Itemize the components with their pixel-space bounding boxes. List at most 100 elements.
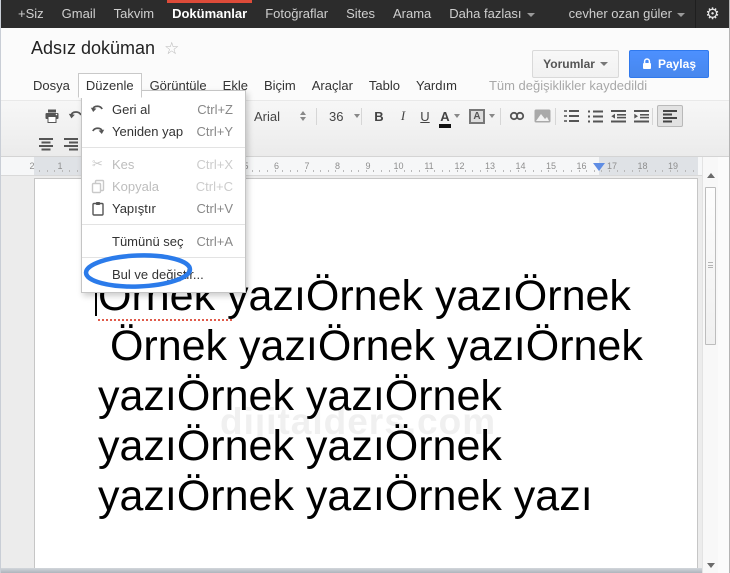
- ruler-number: 2: [29, 161, 35, 171]
- ruler-tick: [419, 170, 420, 172]
- ruler-margin-marker[interactable]: [593, 163, 605, 171]
- scrollbar-thumb[interactable]: [705, 187, 716, 345]
- undo-icon: [90, 102, 105, 117]
- insert-image-button[interactable]: [531, 105, 553, 127]
- align-center-button[interactable]: [35, 133, 57, 155]
- scrollbar-grip-icon: [708, 262, 713, 268]
- ruler-tick: [327, 170, 329, 172]
- topbar-item-gmail[interactable]: Gmail: [53, 0, 105, 28]
- ruler-number: 10: [393, 161, 404, 171]
- star-icon[interactable]: ☆: [164, 39, 179, 59]
- underline-button[interactable]: U: [414, 105, 436, 127]
- ruler-tick: [365, 170, 367, 172]
- text-line[interactable]: yazıÖrnek yazıÖrnek yazı: [98, 471, 643, 521]
- menu-separator: [82, 257, 245, 258]
- menu-item-bul-ve-degistir[interactable]: Bul ve değiştir...: [82, 263, 245, 285]
- ruler-tick: [647, 170, 648, 172]
- gear-icon[interactable]: ⚙: [695, 0, 729, 28]
- menu-item-yapistir[interactable]: Yapıştır Ctrl+V: [82, 197, 245, 219]
- ruler-tick: [335, 170, 337, 172]
- chevron-down-icon: [453, 114, 460, 118]
- align-left-button[interactable]: [657, 105, 683, 127]
- increase-indent-button[interactable]: [630, 105, 652, 127]
- scroll-down-arrow-icon[interactable]: [707, 563, 715, 568]
- decrease-indent-icon: [610, 110, 626, 123]
- align-center-icon: [39, 138, 53, 151]
- menu-item-shortcut: Ctrl+X: [196, 156, 233, 172]
- ruler-tick: [593, 170, 595, 172]
- menu-araclar[interactable]: Araçlar: [304, 73, 361, 98]
- ruler-tick: [267, 170, 268, 172]
- topbar-item-takvim[interactable]: Takvim: [105, 0, 163, 28]
- italic-icon: I: [400, 108, 406, 123]
- topbar-item-fotograflar[interactable]: Fotoğraflar: [256, 0, 337, 28]
- bold-button[interactable]: B: [368, 105, 390, 127]
- insert-link-button[interactable]: [506, 105, 528, 127]
- ruler-tick: [578, 170, 580, 172]
- user-name: cevher ozan güler: [568, 6, 672, 21]
- italic-button[interactable]: I: [392, 105, 414, 127]
- ruler-tick: [479, 170, 481, 172]
- ruler-tick: [426, 170, 428, 172]
- ruler-tick: [677, 170, 679, 172]
- menu-tablo[interactable]: Tablo: [361, 73, 408, 98]
- image-icon: [534, 109, 550, 123]
- menu-item-tumunu-sec[interactable]: Tümünü seç Ctrl+A: [82, 230, 245, 252]
- chevron-down-icon: [489, 114, 495, 118]
- user-menu[interactable]: cevher ozan güler: [559, 0, 695, 28]
- menu-duzenle[interactable]: Düzenle: [77, 73, 142, 98]
- topbar-item-dokumanlar[interactable]: Dokümanlar: [163, 0, 256, 28]
- font-size-dropdown[interactable]: 36: [325, 105, 364, 127]
- redo-icon: [90, 124, 105, 139]
- link-icon: [509, 111, 525, 121]
- ruler-tick: [669, 170, 671, 172]
- menu-dosya[interactable]: Dosya: [25, 73, 78, 98]
- copy-icon: [90, 179, 105, 194]
- ruler-tick: [533, 170, 534, 172]
- ruler-tick: [297, 170, 299, 172]
- ruler-tick: [388, 170, 390, 172]
- menu-item-label: Yapıştır: [112, 200, 156, 216]
- ruler-tick: [54, 170, 56, 172]
- ruler-tick: [631, 170, 633, 172]
- menu-item-geri-al[interactable]: Geri al Ctrl+Z: [82, 98, 245, 120]
- print-button[interactable]: [41, 105, 63, 127]
- decrease-indent-button[interactable]: [607, 105, 629, 127]
- menu-item-yeniden-yap[interactable]: Yeniden yap Ctrl+Y: [82, 120, 245, 142]
- numbered-list-button[interactable]: [560, 105, 582, 127]
- document-title[interactable]: Adsız doküman: [31, 38, 155, 59]
- ruler-tick: [350, 170, 352, 172]
- font-family-dropdown[interactable]: Arial: [250, 105, 310, 127]
- text-line[interactable]: Örnek yazıÖrnek yazıÖrnek: [98, 321, 643, 371]
- menu-item-shortcut: Ctrl+C: [195, 178, 233, 194]
- app-window: +Siz Gmail Takvim Dokümanlar Fotoğraflar…: [0, 0, 730, 573]
- ruler-tick: [403, 170, 405, 172]
- topbar-item-arama[interactable]: Arama: [384, 0, 440, 28]
- menu-bicim[interactable]: Biçim: [256, 73, 304, 98]
- highlight-color-button[interactable]: A: [469, 105, 495, 127]
- ruler-tick: [77, 170, 78, 172]
- ruler-tick: [457, 170, 458, 172]
- menu-item-label: Bul ve değiştir...: [112, 266, 204, 282]
- numbered-list-icon: [563, 110, 579, 122]
- menu-yardim[interactable]: Yardım: [408, 73, 465, 98]
- ruler-number: 12: [454, 161, 465, 171]
- text-line[interactable]: yazıÖrnek yazıÖrnek: [98, 421, 643, 471]
- ruler-tick: [39, 170, 40, 172]
- text-line[interactable]: yazıÖrnek yazıÖrnek: [98, 371, 643, 421]
- align-right-button[interactable]: [60, 133, 82, 155]
- ruler-tick: [396, 170, 398, 172]
- text-color-button[interactable]: A: [439, 105, 461, 128]
- ruler-tick: [434, 170, 436, 172]
- ruler-tick: [320, 170, 322, 172]
- topbar-item-sites[interactable]: Sites: [337, 0, 384, 28]
- scissors-icon: ✂: [92, 156, 103, 171]
- menu-item-kopyala: Kopyala Ctrl+C: [82, 175, 245, 197]
- scroll-up-arrow-icon[interactable]: [707, 173, 715, 178]
- topbar-item-siz[interactable]: +Siz: [9, 0, 53, 28]
- bulleted-list-button[interactable]: [584, 105, 606, 127]
- vertical-scrollbar[interactable]: [702, 157, 718, 573]
- menubar: Dosya Düzenle Görüntüle Ekle Biçim Araçl…: [25, 73, 647, 98]
- topbar-item-more[interactable]: Daha fazlası: [440, 0, 543, 28]
- more-label: Daha fazlası: [449, 6, 522, 21]
